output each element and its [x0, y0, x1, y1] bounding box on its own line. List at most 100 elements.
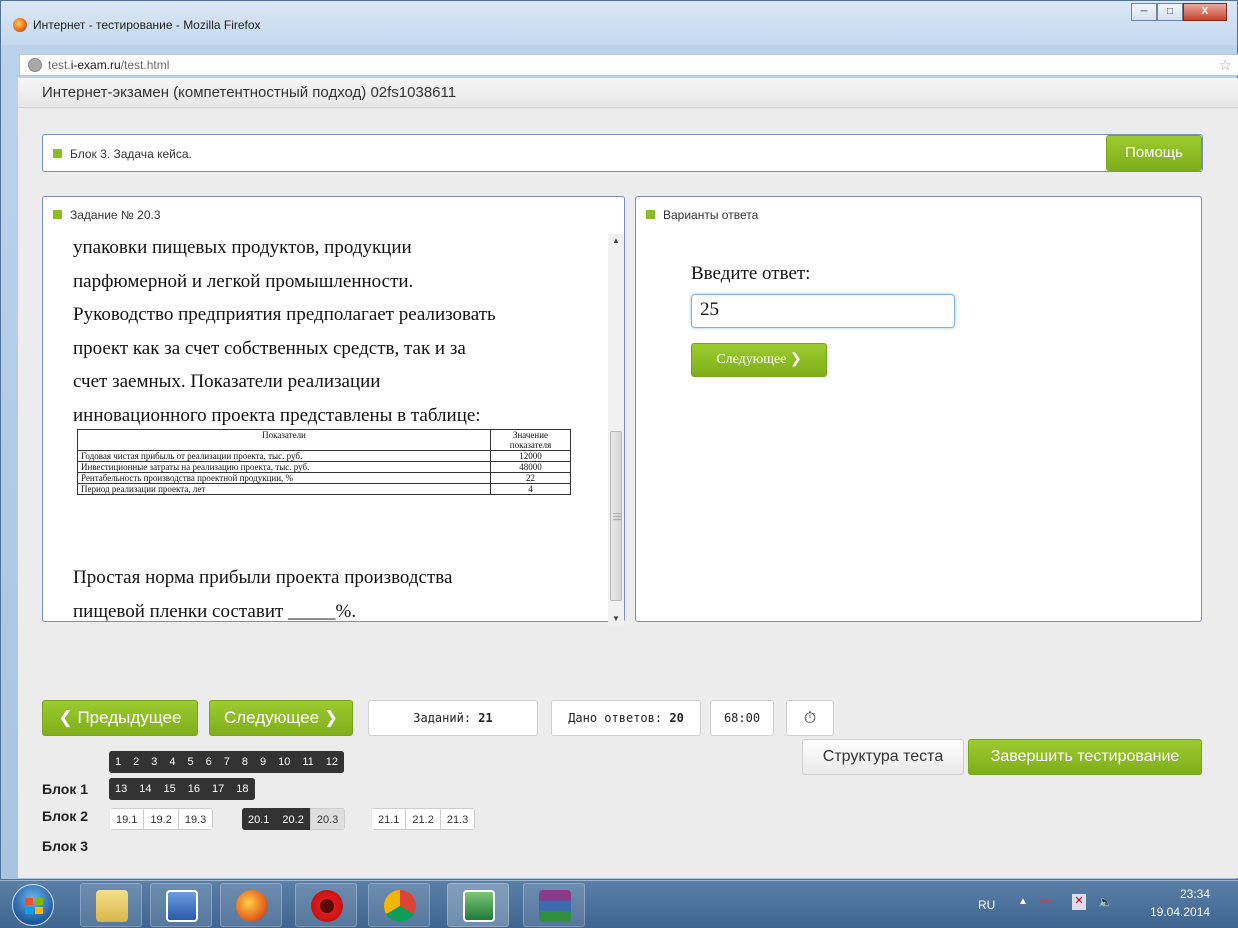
test-structure-button[interactable]: Структура теста	[802, 739, 964, 775]
clock-date[interactable]: 19.04.2014	[1150, 905, 1210, 919]
maximize-button[interactable]: □	[1157, 3, 1183, 21]
table-cell: 4	[490, 483, 571, 495]
question-button-current[interactable]: 20.3	[309, 808, 346, 830]
answers-counter: Дано ответов: 20	[551, 700, 701, 736]
question-button[interactable]: 11	[296, 751, 320, 773]
page-title: Интернет-экзамен (компетентностный подхо…	[42, 84, 457, 101]
tasks-count: 21	[478, 711, 493, 725]
taskbar-word[interactable]	[150, 883, 212, 927]
prev-button[interactable]: ❮ Предыдущее	[42, 700, 198, 736]
title-bar: Интернет - тестирование - Mozilla Firefo…	[1, 1, 1237, 45]
table-cell: 22	[490, 472, 571, 484]
volume-icon[interactable]: 🔈	[1098, 895, 1113, 909]
bullet-icon	[646, 210, 655, 219]
question-button[interactable]: 5	[181, 751, 200, 773]
question-button[interactable]: 21.1	[372, 808, 407, 830]
action-center-icon[interactable]: ✕	[1072, 894, 1086, 910]
task-label: Задание № 20.3	[70, 208, 161, 222]
network-icon[interactable]: •••	[1040, 894, 1053, 908]
table-cell: Рентабельность производства проектной пр…	[77, 472, 491, 484]
task-line: проект как за счет собственных средств, …	[73, 337, 466, 359]
table-cell: 12000	[490, 450, 571, 462]
taskbar-opera[interactable]	[295, 883, 357, 927]
table-row: Годовая чистая прибыль от реализации про…	[77, 450, 571, 462]
question-button[interactable]: 20.2	[275, 808, 311, 830]
question-button[interactable]: 4	[163, 751, 182, 773]
close-button[interactable]: X	[1183, 3, 1227, 21]
question-button[interactable]: 12	[319, 751, 345, 773]
task-scrollbar[interactable]: ▲ — — — ▼	[608, 234, 624, 626]
bullet-icon	[53, 210, 62, 219]
question-button[interactable]: 15	[157, 778, 182, 800]
answer-panel: Варианты ответа Введите ответ: 25 Следую…	[635, 196, 1202, 622]
question-button[interactable]: 14	[133, 778, 158, 800]
question-button[interactable]: 2	[127, 751, 146, 773]
bullet-icon	[53, 149, 62, 158]
taskbar-firefox[interactable]	[220, 883, 282, 927]
question-button[interactable]: 17	[206, 778, 231, 800]
finish-test-button[interactable]: Завершить тестирование	[968, 739, 1202, 775]
address-bar[interactable]: test.i-exam.ru/test.html ☆	[19, 54, 1238, 76]
next-button[interactable]: Следующее ❯	[209, 700, 353, 736]
taskbar-explorer[interactable]	[80, 883, 142, 927]
table-header: Значение показателя	[490, 429, 571, 451]
question-line: Простая норма прибыли проекта производст…	[73, 567, 453, 588]
url-text[interactable]: test.i-exam.ru/test.html	[48, 58, 169, 72]
question-button[interactable]: 16	[181, 778, 206, 800]
taskbar-winrar[interactable]	[523, 883, 585, 927]
block1-row2: 13 14 15 16 17 18	[109, 778, 255, 800]
window-controls: ─ □ X	[1131, 3, 1227, 21]
url-domain: i-exam.ru	[70, 58, 121, 72]
bookmark-star-icon[interactable]: ☆	[1219, 56, 1232, 74]
answers-count: 20	[669, 711, 684, 725]
question-button[interactable]: 19.2	[143, 808, 179, 830]
tray-expand-icon[interactable]: ▲	[1018, 896, 1028, 907]
table-row: Инвестиционные затраты на реализацию про…	[77, 461, 571, 473]
page-content: Интернет-экзамен (компетентностный подхо…	[18, 78, 1238, 878]
table-row: Рентабельность производства проектной пр…	[77, 472, 571, 484]
browser-window: Интернет - тестирование - Mozilla Firefo…	[0, 0, 1238, 880]
taskbar-chrome[interactable]	[368, 883, 430, 927]
window-title: Интернет - тестирование - Mozilla Firefo…	[33, 18, 261, 32]
answer-next-button[interactable]: Следующее ❯	[691, 343, 827, 377]
help-button[interactable]: Помощь	[1106, 135, 1202, 171]
question-button[interactable]: 8	[235, 751, 254, 773]
question-button[interactable]: 1	[109, 751, 128, 773]
block-bar: Блок 3. Задача кейса. Помощь	[42, 134, 1203, 172]
taskbar-excel[interactable]	[447, 883, 509, 927]
clock-time[interactable]: 23:34	[1180, 887, 1210, 901]
question-button[interactable]: 9	[254, 751, 273, 773]
scroll-up-arrow-icon[interactable]: ▲	[608, 234, 624, 248]
table-cell: Инвестиционные затраты на реализацию про…	[77, 461, 491, 473]
question-button[interactable]: 3	[145, 751, 164, 773]
question-button[interactable]: 19.3	[177, 808, 214, 830]
table-header-row: Показатели Значение показателя	[77, 429, 571, 451]
question-button[interactable]: 21.3	[439, 808, 476, 830]
timer: 68:00	[710, 700, 774, 736]
folder-icon	[96, 890, 128, 922]
language-indicator[interactable]: RU	[978, 898, 995, 912]
block3-group2: 20.1 20.2 20.3	[242, 808, 346, 830]
answer-input[interactable]: 25	[691, 294, 955, 328]
question-button[interactable]: 6	[199, 751, 218, 773]
question-button[interactable]: 18	[230, 778, 255, 800]
question-button[interactable]: 13	[109, 778, 134, 800]
excel-icon	[463, 890, 495, 922]
minimize-button[interactable]: ─	[1131, 3, 1157, 21]
question-button[interactable]: 21.2	[405, 808, 441, 830]
question-button[interactable]: 19.1	[110, 808, 145, 830]
question-button[interactable]: 7	[217, 751, 236, 773]
block1-row1: 1 2 3 4 5 6 7 8 9 10 11 12	[109, 751, 345, 773]
scroll-thumb[interactable]: — — —	[610, 431, 622, 601]
answers-label: Дано ответов:	[568, 711, 663, 725]
start-button[interactable]	[12, 884, 54, 926]
scroll-down-arrow-icon[interactable]: ▼	[608, 612, 624, 626]
clock-icon: ⏱	[803, 708, 817, 727]
task-number: Задание № 20.3	[53, 208, 161, 222]
winrar-icon	[539, 890, 571, 922]
question-button[interactable]: 20.1	[242, 808, 277, 830]
question-button[interactable]: 10	[272, 751, 297, 773]
table-cell: Период реализации проекта, лет	[77, 483, 491, 495]
clock-button[interactable]: ⏱	[786, 700, 834, 736]
table-cell: Годовая чистая прибыль от реализации про…	[77, 450, 491, 462]
